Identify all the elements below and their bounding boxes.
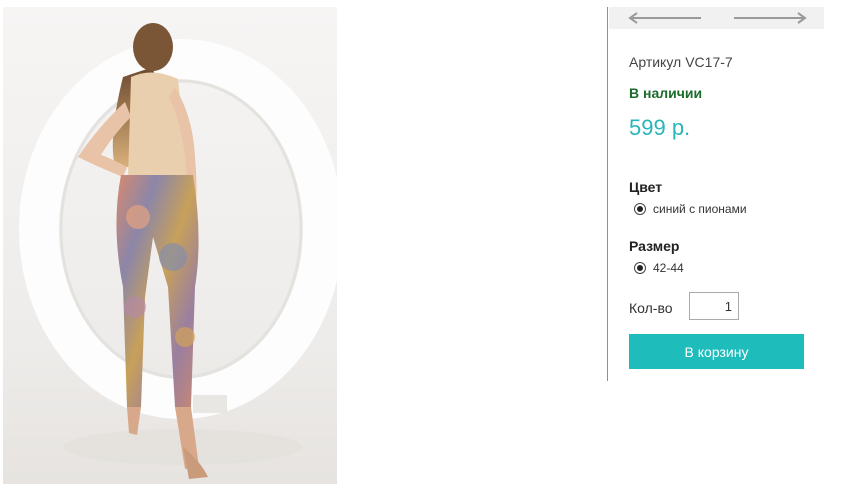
arrow-right-icon[interactable]	[733, 11, 808, 29]
radio-selected-icon[interactable]	[634, 262, 646, 274]
product-price: 599 р.	[629, 115, 691, 140]
color-option-label: синий с пионами	[653, 202, 747, 216]
product-info-panel: Артикул VC17-7 В наличии 599 р. Цвет сини…	[607, 7, 824, 381]
color-option-title: Цвет	[629, 179, 663, 195]
radio-selected-icon[interactable]	[634, 203, 646, 215]
quantity-input[interactable]	[689, 292, 739, 320]
size-option-title: Размер	[629, 238, 680, 254]
product-photo[interactable]	[3, 7, 337, 484]
quantity-label: Кол-во	[629, 300, 673, 316]
stock-status: В наличии	[629, 85, 703, 101]
size-option-radio[interactable]: 42-44	[634, 261, 684, 275]
size-option-label: 42-44	[653, 261, 684, 275]
sku-value: VC17-7	[685, 54, 733, 70]
product-photo-illustration	[3, 7, 337, 484]
sku-label: Артикул	[629, 54, 682, 70]
product-navigation	[609, 7, 824, 29]
arrow-left-icon[interactable]	[627, 11, 702, 29]
color-option-radio[interactable]: синий с пионами	[634, 202, 747, 216]
product-sku: Артикул VC17-7	[629, 54, 733, 70]
add-to-cart-button[interactable]: В корзину	[629, 334, 804, 369]
